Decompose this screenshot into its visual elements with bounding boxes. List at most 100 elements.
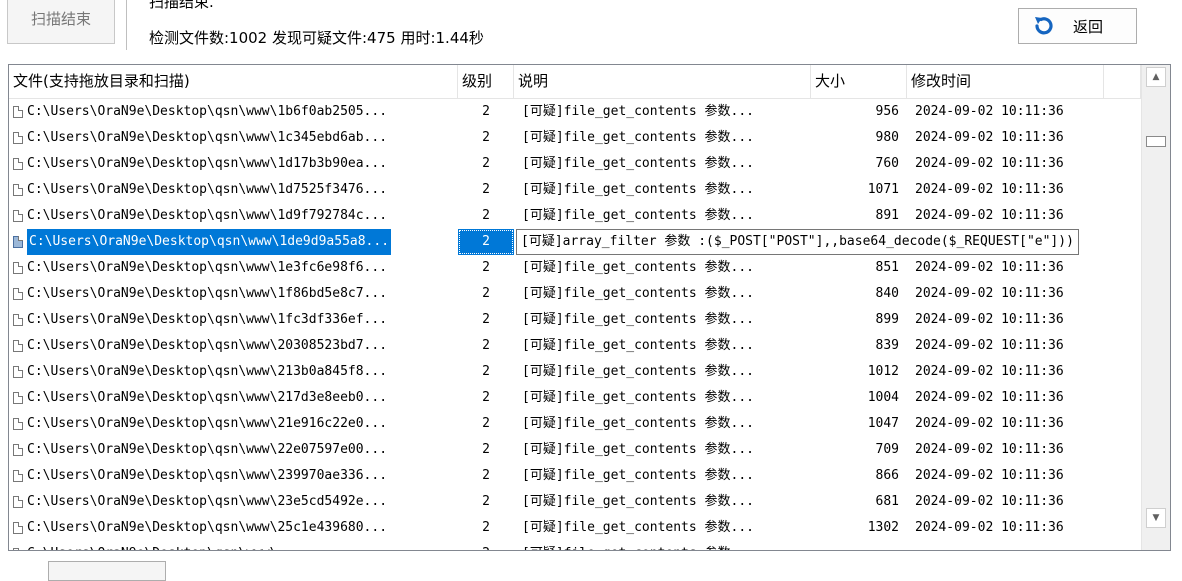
- description-cell: [可疑]file_get_contents 参数...: [522, 468, 755, 483]
- level-cell: 2: [482, 104, 490, 119]
- column-header-empty: [1104, 65, 1141, 98]
- size-cell: 1012: [867, 364, 899, 379]
- file-path: C:\Users\OraN9e\Desktop\qsn\www\20308523…: [27, 338, 388, 353]
- level-cell: 2: [482, 260, 490, 275]
- file-path: C:\Users\OraN9e\Desktop\qsn\www\1f86bd5e…: [27, 286, 388, 301]
- table-header: 文件(支持拖放目录和扫描) 级别 说明 大小 修改时间: [9, 65, 1141, 99]
- level-cell: 2: [482, 520, 490, 535]
- description-cell: [可疑]file_get_contents 参数...: [522, 156, 755, 171]
- description-cell: [可疑]file_get_contents 参数...: [522, 390, 755, 405]
- table-row[interactable]: C:\Users\OraN9e\Desktop\qsn\www\1fc3df33…: [9, 307, 1141, 333]
- file-icon: [13, 288, 23, 300]
- modified-time-cell: 2024-09-02 10:11:36: [915, 312, 1064, 327]
- size-cell: 1047: [867, 416, 899, 431]
- description-cell: [可疑]file_get_contents 参数...: [522, 260, 755, 275]
- size-cell: 851: [875, 260, 899, 275]
- table-row[interactable]: C:\Users\OraN9e\Desktop\qsn\www\217d3e8e…: [9, 385, 1141, 411]
- file-cell: C:\Users\OraN9e\Desktop\qsn\www\1c345ebd…: [9, 125, 458, 151]
- level-cell: 2: [482, 468, 490, 483]
- table-row[interactable]: C:\Users\OraN9e\Desktop\qsn\www\213b0a84…: [9, 359, 1141, 385]
- level-cell: 2: [482, 182, 490, 197]
- table-row[interactable]: C:\Users\OraN9e\Desktop\qsn\www\1c345ebd…: [9, 125, 1141, 151]
- modified-time-cell: 2024-09-02 10:11:36: [915, 156, 1064, 171]
- file-icon: [13, 236, 23, 248]
- table-row[interactable]: C:\Users\OraN9e\Desktop\qsn\www\21e916c2…: [9, 411, 1141, 437]
- table-row[interactable]: C:\Users\OraN9e\Desktop\qsn\www\1b6f0ab2…: [9, 99, 1141, 125]
- table-row[interactable]: C:\Users\OraN9e\Desktop\qsn\www\... 2[可疑]…: [9, 541, 1141, 550]
- modified-time-cell: [907, 541, 1104, 550]
- table-row[interactable]: C:\Users\OraN9e\Desktop\qsn\www\1d17b3b9…: [9, 151, 1141, 177]
- column-header-level[interactable]: 级别: [458, 65, 514, 98]
- table-row[interactable]: C:\Users\OraN9e\Desktop\qsn\www\20308523…: [9, 333, 1141, 359]
- description-cell: [可疑]file_get_contents 参数...: [522, 312, 755, 327]
- file-icon: [13, 314, 23, 326]
- modified-time-cell: 2024-09-02 10:11:36: [915, 520, 1064, 535]
- table-body: C:\Users\OraN9e\Desktop\qsn\www\1b6f0ab2…: [9, 99, 1141, 550]
- undo-arrow-icon: [1031, 14, 1055, 38]
- file-path: C:\Users\OraN9e\Desktop\qsn\www\...: [27, 541, 301, 550]
- modified-time-cell: 2024-09-02 10:11:36: [915, 338, 1064, 353]
- file-path: C:\Users\OraN9e\Desktop\qsn\www\21e916c2…: [27, 416, 388, 431]
- back-button[interactable]: 返回: [1018, 8, 1137, 44]
- size-cell: [811, 541, 907, 550]
- bottom-button[interactable]: [48, 561, 166, 581]
- table-row[interactable]: C:\Users\OraN9e\Desktop\qsn\www\1e3fc6e9…: [9, 255, 1141, 281]
- file-cell: C:\Users\OraN9e\Desktop\qsn\www\20308523…: [9, 333, 458, 359]
- table-row[interactable]: C:\Users\OraN9e\Desktop\qsn\www\25c1e439…: [9, 515, 1141, 541]
- description-cell: [可疑]file_get_contents 参数...: [522, 442, 755, 457]
- level-cell: 2: [458, 229, 514, 255]
- vertical-scrollbar[interactable]: ▲ ▼: [1141, 65, 1170, 550]
- toolbar-divider: [126, 0, 127, 50]
- file-cell: C:\Users\OraN9e\Desktop\qsn\www\22e07597…: [9, 437, 458, 463]
- scroll-down-arrow-icon[interactable]: ▼: [1146, 508, 1166, 528]
- scan-button[interactable]: 扫描结束: [7, 0, 115, 44]
- results-table[interactable]: 文件(支持拖放目录和扫描) 级别 说明 大小 修改时间 C:\Users\Ora…: [8, 64, 1171, 551]
- description-cell: [可疑]file_get_contents 参数...: [522, 182, 755, 197]
- table-row[interactable]: C:\Users\OraN9e\Desktop\qsn\www\1de9d9a5…: [9, 229, 1141, 255]
- table-row[interactable]: C:\Users\OraN9e\Desktop\qsn\www\239970ae…: [9, 463, 1141, 489]
- file-icon: [13, 106, 23, 118]
- level-cell: 2: [482, 416, 490, 431]
- table-row[interactable]: C:\Users\OraN9e\Desktop\qsn\www\1f86bd5e…: [9, 281, 1141, 307]
- scrollbar-thumb[interactable]: [1146, 136, 1166, 147]
- file-cell: C:\Users\OraN9e\Desktop\qsn\www\1e3fc6e9…: [9, 255, 458, 281]
- level-cell: 2: [482, 286, 490, 301]
- file-path: C:\Users\OraN9e\Desktop\qsn\www\217d3e8e…: [27, 390, 388, 405]
- file-icon: [13, 418, 23, 430]
- description-cell: [可疑]file_get_contents 参数...: [522, 104, 755, 119]
- modified-time-cell: 2024-09-02 10:11:36: [915, 130, 1064, 145]
- level-cell: 2: [482, 156, 490, 171]
- column-header-description[interactable]: 说明: [514, 65, 811, 98]
- table-row[interactable]: C:\Users\OraN9e\Desktop\qsn\www\1d7525f3…: [9, 177, 1141, 203]
- column-header-file[interactable]: 文件(支持拖放目录和扫描): [9, 65, 458, 98]
- description-cell: [可疑]file_get_contents 参数...: [522, 286, 755, 301]
- file-icon: [13, 522, 23, 534]
- level-cell: 2: [482, 312, 490, 327]
- file-cell: C:\Users\OraN9e\Desktop\qsn\www\239970ae…: [9, 463, 458, 489]
- file-cell: C:\Users\OraN9e\Desktop\qsn\www\1fc3df33…: [9, 307, 458, 333]
- modified-time-cell: 2024-09-02 10:11:36: [915, 416, 1064, 431]
- table-row[interactable]: C:\Users\OraN9e\Desktop\qsn\www\23e5cd54…: [9, 489, 1141, 515]
- table-row[interactable]: C:\Users\OraN9e\Desktop\qsn\www\1d9f7927…: [9, 203, 1141, 229]
- file-icon: [13, 184, 23, 196]
- file-icon: [13, 132, 23, 144]
- table-row[interactable]: C:\Users\OraN9e\Desktop\qsn\www\22e07597…: [9, 437, 1141, 463]
- modified-time-cell: 2024-09-02 10:11:36: [915, 468, 1064, 483]
- size-cell: 1071: [867, 182, 899, 197]
- modified-time-cell: 2024-09-02 10:11:36: [915, 208, 1064, 223]
- modified-time-cell: 2024-09-02 10:11:36: [915, 494, 1064, 509]
- file-cell: C:\Users\OraN9e\Desktop\qsn\www\1d9f7927…: [9, 203, 458, 229]
- column-header-modified[interactable]: 修改时间: [907, 65, 1104, 98]
- modified-time-cell: 2024-09-02 10:11:36: [915, 182, 1064, 197]
- description-tooltip: [可疑]array_filter 参数 :($_POST["POST"],,ba…: [516, 229, 1079, 255]
- scroll-up-arrow-icon[interactable]: ▲: [1146, 67, 1166, 87]
- file-path: C:\Users\OraN9e\Desktop\qsn\www\23e5cd54…: [27, 494, 388, 509]
- file-path: C:\Users\OraN9e\Desktop\qsn\www\1c345ebd…: [27, 130, 388, 145]
- size-cell: 980: [875, 130, 899, 145]
- description-cell: [可疑]file_get_contents 参数...: [522, 416, 755, 431]
- size-cell: 839: [875, 338, 899, 353]
- file-path: C:\Users\OraN9e\Desktop\qsn\www\1d17b3b9…: [27, 156, 388, 171]
- size-cell: 840: [875, 286, 899, 301]
- status-stats: 检测文件数:1002 发现可疑文件:475 用时:1.44秒: [149, 29, 484, 47]
- column-header-size[interactable]: 大小: [811, 65, 907, 98]
